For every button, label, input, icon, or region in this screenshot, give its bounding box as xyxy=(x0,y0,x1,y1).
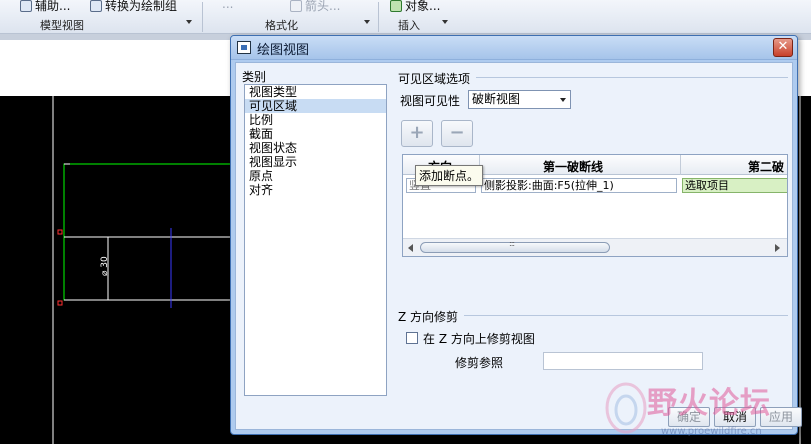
minus-icon: − xyxy=(449,122,465,143)
object-icon xyxy=(390,0,402,12)
ribbon-object-label: 对象... xyxy=(405,0,441,13)
trim-reference-label: 修剪参照 xyxy=(455,356,504,370)
ribbon-dim-label: ... xyxy=(222,0,234,11)
break-table: 方向 第一破断线 第二破 竖直 侧影投影:曲面:F5(拉伸_1) 选取项目 添加… xyxy=(402,154,788,257)
z-trim-section-title: Z 方向修剪 xyxy=(398,310,459,324)
view-visibility-value: 破断视图 xyxy=(472,92,521,106)
assist-icon xyxy=(20,0,32,12)
scroll-right-icon[interactable] xyxy=(775,244,780,252)
close-icon: ✕ xyxy=(777,39,789,54)
ribbon-convert-label: 转换为绘制组 xyxy=(105,0,178,13)
ok-button[interactable]: 确定 xyxy=(668,407,710,427)
section-divider xyxy=(464,315,788,316)
category-item-section[interactable]: 截面 xyxy=(245,127,386,141)
category-item-visible-area[interactable]: 可见区域 xyxy=(245,99,386,113)
dialog-titlebar[interactable]: 绘图视图 ✕ xyxy=(231,36,797,60)
col-first-break-line[interactable]: 第一破断线 xyxy=(543,158,603,175)
group-format: 格式化 xyxy=(265,19,298,32)
col-second-break-line[interactable]: 第二破 xyxy=(748,158,784,175)
remove-break-button[interactable]: − xyxy=(441,120,473,147)
ribbon-arrow-button[interactable]: 箭头... xyxy=(290,0,340,14)
table-horizontal-scrollbar[interactable] xyxy=(403,238,787,256)
dialog-app-icon xyxy=(237,41,251,54)
ribbon-object-button[interactable]: 对象... xyxy=(390,0,440,14)
anchor-point xyxy=(57,300,63,306)
cancel-button[interactable]: 取消 xyxy=(714,407,756,427)
dimension-label: ⌀ 30 xyxy=(100,256,110,276)
plus-icon: + xyxy=(409,122,425,143)
ribbon-separator xyxy=(378,2,379,32)
scroll-left-icon[interactable] xyxy=(408,244,413,252)
anchor-point xyxy=(57,229,63,235)
group-expand-icon[interactable] xyxy=(364,20,370,24)
view-visibility-select[interactable]: 破断视图 xyxy=(468,90,571,109)
view-visibility-label: 视图可见性 xyxy=(400,94,461,108)
ribbon-arrow-label: 箭头... xyxy=(305,0,341,13)
drawing-view-dialog: 绘图视图 ✕ 类别 视图类型 可见区域 比例 截面 视图状态 视图显示 原点 对… xyxy=(230,35,802,435)
category-label: 类别 xyxy=(242,70,267,84)
dialog-body: 类别 视图类型 可见区域 比例 截面 视图状态 视图显示 原点 对齐 可见区域选… xyxy=(235,62,802,430)
category-item-view-state[interactable]: 视图状态 xyxy=(245,141,386,155)
add-break-button[interactable]: + xyxy=(401,120,433,147)
ribbon-assist-button[interactable]: 辅助... xyxy=(20,0,70,14)
ribbon-separator xyxy=(202,2,203,32)
ribbon-dim-button[interactable]: ... xyxy=(222,0,233,11)
second-break-cell[interactable]: 选取项目 xyxy=(682,178,787,193)
ribbon: 辅助... 转换为绘制组 ... 箭头... 对象... 模型视图 格式化 插入 xyxy=(0,0,811,34)
z-trim-checkbox-label: 在 Z 方向上修剪视图 xyxy=(423,332,535,346)
category-item-scale[interactable]: 比例 xyxy=(245,113,386,127)
group-insert: 插入 xyxy=(398,19,420,32)
dialog-title: 绘图视图 xyxy=(257,43,310,58)
view-outline xyxy=(63,163,235,301)
category-list: 视图类型 可见区域 比例 截面 视图状态 视图显示 原点 对齐 xyxy=(244,84,387,396)
scroll-thumb[interactable] xyxy=(420,239,610,253)
add-break-tooltip: 添加断点。 xyxy=(415,165,484,186)
group-model-view: 模型视图 xyxy=(40,19,84,32)
category-item-view-type[interactable]: 视图类型 xyxy=(245,85,386,99)
z-trim-checkbox[interactable] xyxy=(406,332,418,344)
convert-icon xyxy=(90,0,102,12)
category-item-alignment[interactable]: 对齐 xyxy=(245,183,386,197)
col-separator xyxy=(680,155,681,175)
ribbon-assist-label: 辅助... xyxy=(35,0,71,13)
first-break-cell[interactable]: 侧影投影:曲面:F5(拉伸_1) xyxy=(481,178,677,193)
section-divider xyxy=(476,77,788,78)
category-item-view-display[interactable]: 视图显示 xyxy=(245,155,386,169)
group-expand-icon[interactable] xyxy=(442,20,448,24)
arrow-tool-icon xyxy=(290,0,302,12)
chevron-down-icon xyxy=(560,98,566,102)
close-button[interactable]: ✕ xyxy=(773,38,793,57)
ribbon-convert-button[interactable]: 转换为绘制组 xyxy=(90,0,177,14)
category-item-origin[interactable]: 原点 xyxy=(245,169,386,183)
visible-area-section-title: 可见区域选项 xyxy=(398,72,471,86)
group-expand-icon[interactable] xyxy=(186,20,192,24)
trim-reference-field[interactable] xyxy=(543,352,703,370)
apply-button[interactable]: 应用 xyxy=(760,407,802,427)
